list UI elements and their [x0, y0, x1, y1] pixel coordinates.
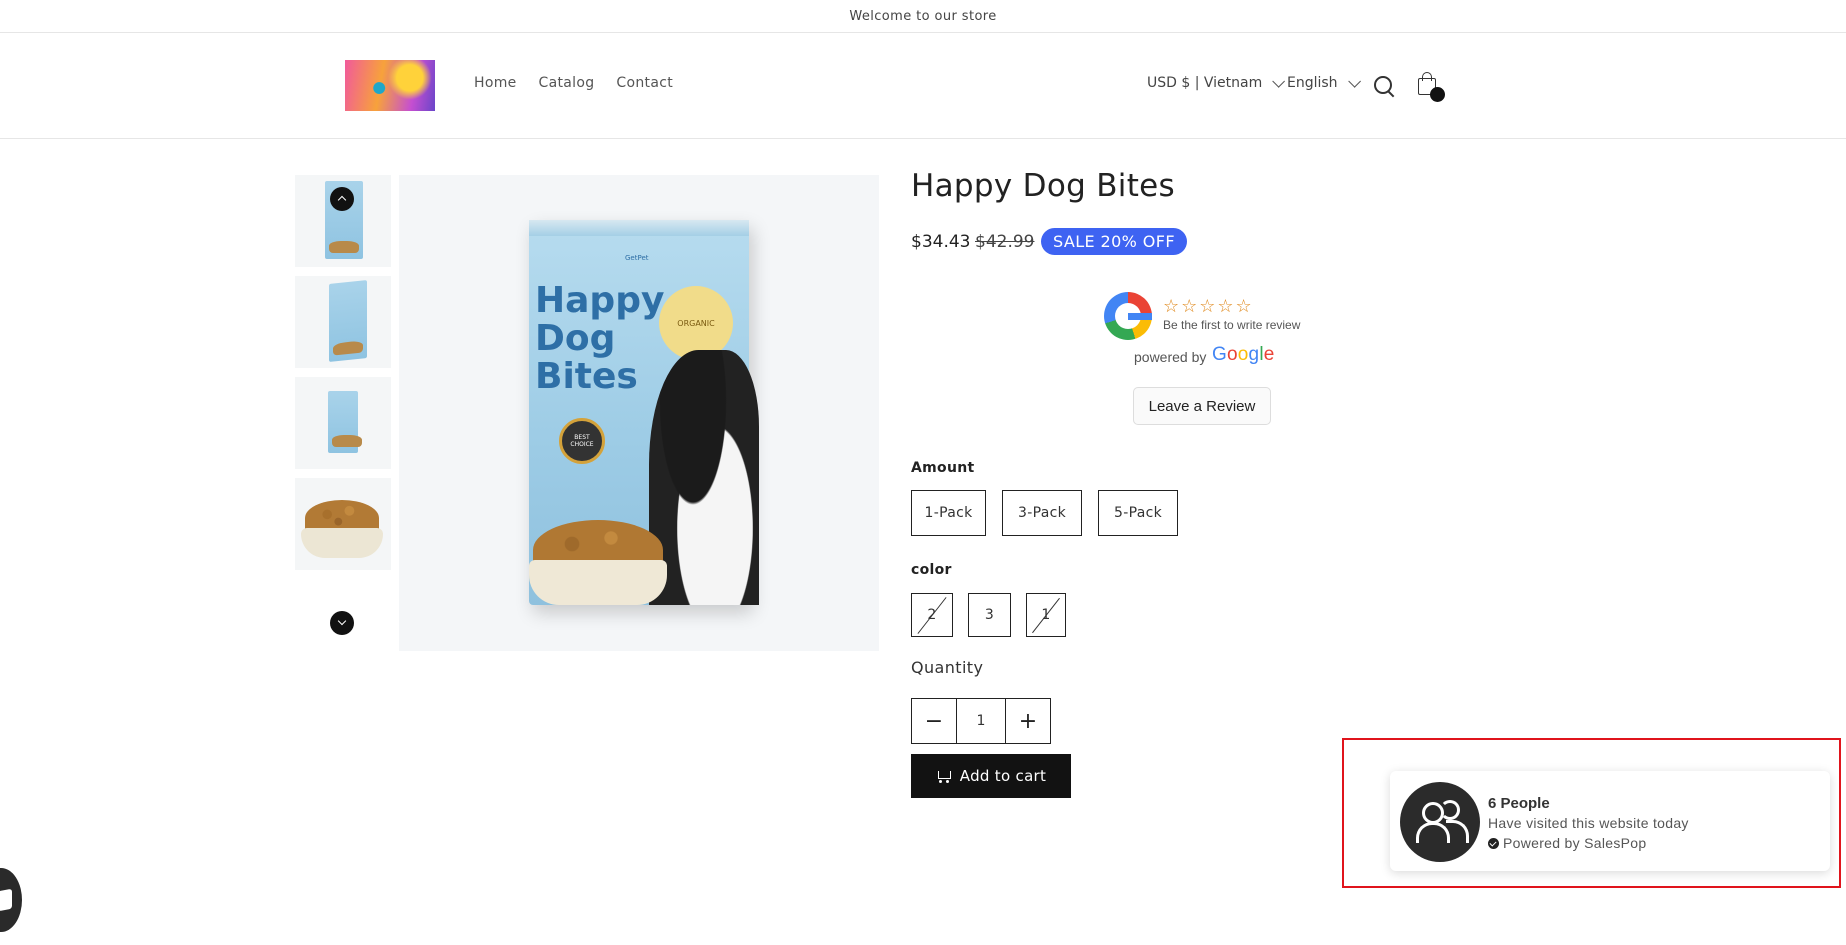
- review-hint: Be the first to write review: [1163, 318, 1301, 332]
- google-logo-icon: [1104, 292, 1152, 340]
- amount-option-1-pack[interactable]: 1-Pack: [911, 490, 986, 536]
- product-main-image[interactable]: GetPet Happy Dog Bites ORGANIC BEST CHOICE: [399, 175, 879, 651]
- thumbnail-scroll-up-button[interactable]: [330, 187, 354, 211]
- google-wordmark: Google: [1212, 344, 1275, 365]
- thumbnail-4[interactable]: [295, 478, 391, 570]
- cart-icon: [936, 769, 952, 783]
- amount-option-3-pack[interactable]: 3-Pack: [1002, 490, 1082, 536]
- chat-widget-icon[interactable]: [0, 868, 22, 932]
- quantity-decrease-button[interactable]: −: [912, 699, 956, 743]
- popup-title: 6 People: [1488, 795, 1550, 812]
- nav-catalog[interactable]: Catalog: [539, 75, 595, 91]
- cart-icon[interactable]: [1414, 70, 1445, 102]
- bowl-image: [529, 560, 667, 605]
- quantity-stepper: − 1 +: [911, 698, 1051, 744]
- color-option-3[interactable]: 3: [968, 593, 1011, 637]
- nav-home[interactable]: Home: [474, 75, 517, 91]
- color-option-2[interactable]: 2: [911, 593, 953, 637]
- people-icon: [1400, 782, 1480, 862]
- quantity-input[interactable]: 1: [956, 699, 1006, 743]
- salespop-notification[interactable]: 6 People Have visited this website today…: [1390, 771, 1830, 871]
- thumbnail-scroll-down-button[interactable]: [330, 611, 354, 635]
- package-title: Happy Dog Bites: [535, 280, 665, 397]
- currency-label: USD $ | Vietnam: [1147, 75, 1263, 91]
- color-option-1[interactable]: 1: [1026, 593, 1066, 637]
- announcement-text: Welcome to our store: [849, 8, 997, 24]
- package-brand: GetPet: [625, 254, 649, 262]
- cart-count-badge: [1430, 87, 1445, 102]
- main-nav: Home Catalog Contact: [474, 75, 673, 91]
- check-circle-icon: [1488, 837, 1499, 849]
- leave-review-button[interactable]: Leave a Review: [1133, 387, 1271, 425]
- popup-powered-text: Powered by SalesPop: [1503, 835, 1647, 851]
- quantity-increase-button[interactable]: +: [1006, 699, 1050, 743]
- sale-badge: SALE 20% OFF: [1041, 228, 1187, 255]
- popup-powered-by: Powered by SalesPop: [1488, 835, 1646, 851]
- add-to-cart-label: Add to cart: [959, 767, 1047, 785]
- language-selector[interactable]: English: [1287, 74, 1361, 91]
- language-label: English: [1287, 75, 1338, 91]
- rating-stars[interactable]: ☆☆☆☆☆: [1163, 296, 1254, 317]
- best-choice-badge-icon: BEST CHOICE: [559, 418, 605, 464]
- color-label: color: [911, 562, 952, 578]
- amount-label: Amount: [911, 460, 975, 476]
- store-logo[interactable]: [345, 60, 435, 111]
- popup-subtitle: Have visited this website today: [1488, 815, 1689, 831]
- product-title: Happy Dog Bites: [911, 168, 1175, 204]
- currency-selector[interactable]: USD $ | Vietnam: [1147, 74, 1286, 91]
- product-price: $34.43: [911, 232, 971, 252]
- announcement-bar: Welcome to our store: [0, 0, 1846, 33]
- dog-food-package: GetPet Happy Dog Bites ORGANIC BEST CHOICE: [529, 220, 759, 605]
- thumbnail-3[interactable]: [295, 377, 391, 469]
- powered-by-label: powered by: [1134, 349, 1207, 365]
- organic-seal-icon: ORGANIC: [659, 286, 733, 360]
- nav-contact[interactable]: Contact: [616, 75, 673, 91]
- amount-option-5-pack[interactable]: 5-Pack: [1098, 490, 1178, 536]
- add-to-cart-button[interactable]: Add to cart: [911, 754, 1071, 798]
- quantity-label: Quantity: [911, 658, 984, 677]
- site-header: Home Catalog Contact USD $ | Vietnam Eng…: [0, 33, 1846, 139]
- chevron-down-icon: [1347, 74, 1361, 88]
- compare-at-price: $42.99: [975, 232, 1035, 252]
- chevron-down-icon: [1272, 74, 1286, 88]
- thumbnail-2[interactable]: [295, 276, 391, 368]
- search-icon[interactable]: [1371, 73, 1399, 101]
